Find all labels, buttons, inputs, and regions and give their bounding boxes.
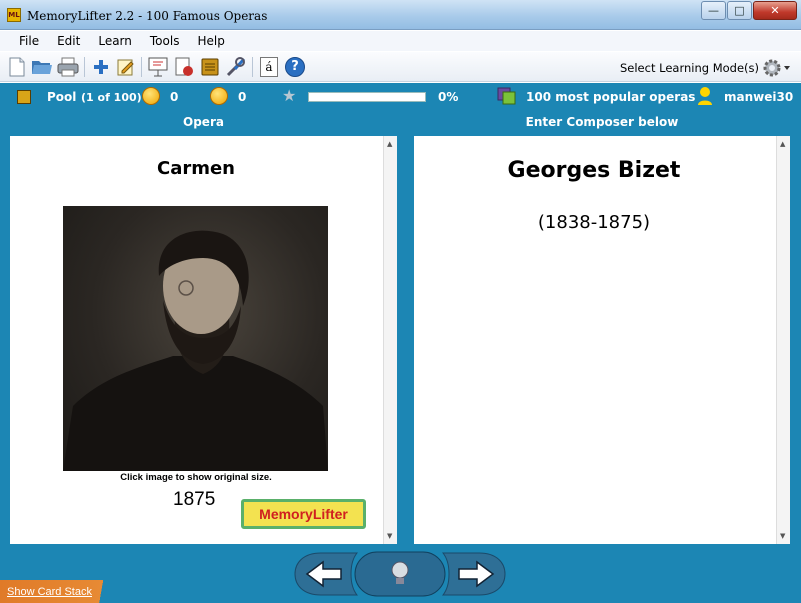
pool-count: (1 of 100) — [81, 91, 142, 104]
add-card-icon[interactable] — [90, 56, 112, 78]
answer-header: Enter Composer below — [525, 115, 679, 129]
minimize-button[interactable]: — — [701, 1, 726, 20]
menu-edit[interactable]: Edit — [48, 31, 89, 51]
title-bar: ML MemoryLifter 2.2 - 100 Famous Operas … — [0, 0, 801, 30]
window-title: MemoryLifter 2.2 - 100 Famous Operas — [27, 9, 268, 23]
answer-title: Georges Bizet — [507, 158, 681, 183]
scroll-down-icon[interactable]: ▼ — [780, 532, 785, 540]
app-icon: ML — [7, 8, 21, 22]
menu-file[interactable]: File — [10, 31, 48, 51]
user-icon — [697, 86, 713, 106]
answer-panel: Georges Bizet (1838-1875) ▲ ▼ — [414, 136, 790, 544]
question-panel: Carmen Click image to show original size… — [10, 136, 397, 544]
help-label: ? — [285, 57, 305, 77]
menu-bar: File Edit Learn Tools Help — [0, 31, 801, 51]
wrong-count: 0 — [238, 90, 247, 104]
close-button[interactable]: ✕ — [753, 1, 797, 20]
scroll-up-icon[interactable]: ▲ — [387, 140, 392, 148]
show-card-stack-link[interactable]: Show Card Stack — [7, 586, 92, 598]
menu-help[interactable]: Help — [188, 31, 233, 51]
answer-scrollbar[interactable]: ▲ ▼ — [776, 136, 790, 544]
learning-set-icon — [497, 86, 517, 106]
toolbar: á ? Select Learning Mode(s) — [0, 52, 801, 82]
scroll-down-icon[interactable]: ▼ — [387, 532, 392, 540]
window-controls: — □ ✕ — [700, 1, 797, 20]
logo-text: MemoryLifter — [259, 506, 348, 522]
tools-icon[interactable] — [225, 56, 247, 78]
correct-smiley-icon — [142, 87, 160, 105]
menu-tools[interactable]: Tools — [141, 31, 189, 51]
open-icon[interactable] — [31, 56, 53, 78]
print-cards-icon[interactable] — [173, 56, 195, 78]
answer-dates: (1838-1875) — [537, 212, 651, 233]
image-caption: Click image to show original size. — [120, 472, 272, 483]
toolbar-separator — [141, 57, 142, 77]
show-card-stack[interactable]: Show Card Stack — [0, 580, 125, 603]
star-icon: ★ — [282, 86, 297, 105]
learning-mode-gear-icon[interactable] — [761, 57, 791, 79]
pool-icon — [17, 90, 31, 104]
hint-button[interactable] — [354, 551, 446, 597]
next-button[interactable] — [437, 551, 507, 597]
menu-learn[interactable]: Learn — [89, 31, 141, 51]
select-learning-mode[interactable]: Select Learning Mode(s) — [620, 61, 759, 75]
pool-label: Pool — [47, 90, 77, 104]
user-name: manwei30 — [724, 90, 794, 104]
progress-label: 0% — [438, 90, 459, 104]
composer-portrait[interactable] — [63, 206, 328, 471]
question-scrollbar[interactable]: ▲ ▼ — [383, 136, 397, 544]
presentation-icon[interactable] — [147, 56, 169, 78]
toolbar-separator — [84, 57, 85, 77]
memorylifter-logo: MemoryLifter — [241, 499, 366, 529]
scroll-up-icon[interactable]: ▲ — [780, 140, 785, 148]
correct-count: 0 — [170, 90, 179, 104]
print-icon[interactable] — [57, 56, 79, 78]
help-icon[interactable]: ? — [284, 56, 306, 78]
learning-set-name: 100 most popular operas — [526, 90, 696, 104]
dictionary-icon[interactable] — [199, 56, 221, 78]
question-title: Carmen — [156, 158, 235, 179]
status-bar: Pool (1 of 100) 0 0 ★ 0% 100 most popula… — [0, 83, 801, 111]
previous-button[interactable] — [293, 551, 363, 597]
special-char-label: á — [260, 57, 278, 77]
special-char-icon[interactable]: á — [258, 56, 280, 78]
question-header: Opera — [183, 115, 224, 129]
new-icon[interactable] — [6, 56, 28, 78]
premiere-year: 1875 — [173, 489, 216, 510]
maximize-button[interactable]: □ — [727, 1, 752, 20]
wrong-smiley-icon — [210, 87, 228, 105]
edit-icon[interactable] — [115, 56, 137, 78]
toolbar-separator — [252, 57, 253, 77]
progress-bar — [308, 92, 426, 102]
learning-area: Pool (1 of 100) 0 0 ★ 0% 100 most popula… — [0, 83, 801, 603]
